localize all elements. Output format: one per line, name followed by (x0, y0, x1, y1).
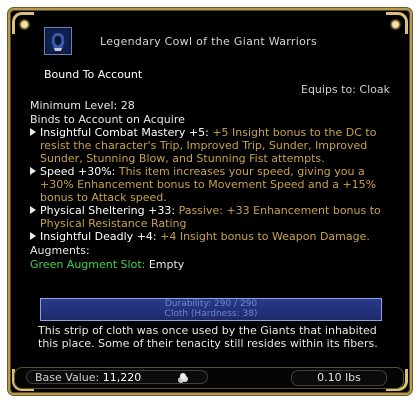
effect-item: Speed +30%: This item increases your spe… (30, 165, 390, 204)
effect-name: Speed +30%: (40, 165, 116, 178)
lore-text: This strip of cloth was once used by the… (38, 324, 378, 350)
augment-slot: Green Augment Slot: Empty (30, 258, 390, 271)
bullet-arrow-icon (30, 128, 36, 136)
item-weight: 0.10 lbs (291, 370, 387, 386)
item-title: Legendary Cowl of the Giant Warriors (100, 34, 317, 48)
augment-slot-label: Green Augment Slot: (30, 258, 146, 271)
equips-slot: Equips to: Cloak (301, 83, 390, 96)
binding-rule: Binds to Account on Acquire (30, 113, 185, 126)
bound-status: Bound To Account (44, 68, 143, 81)
base-value: Base Value: 11,220 (26, 370, 208, 384)
coin-pile-icon (178, 373, 188, 383)
augments-heading: Augments: (30, 244, 90, 257)
bullet-arrow-icon (30, 232, 36, 240)
tooltip-body: Legendary Cowl of the Giant Warriors Bou… (30, 24, 390, 271)
effect-item: Physical Sheltering +33: Passive: +33 En… (30, 204, 390, 230)
minimum-level: Minimum Level: 28 (30, 99, 135, 112)
bullet-arrow-icon (30, 206, 36, 214)
augment-slot-value: Empty (148, 258, 185, 271)
base-value-label: Base Value: (35, 371, 100, 384)
material-hardness: Cloth (Hardness: 38) (164, 309, 258, 319)
item-tooltip: Legendary Cowl of the Giant Warriors Bou… (0, 0, 420, 403)
durability-bar: Durability: 290 / 290 Cloth (Hardness: 3… (40, 298, 382, 321)
effect-name: Physical Sheltering +33: (40, 204, 176, 217)
effect-item: Insightful Deadly +4: +4 Insight bonus t… (30, 230, 390, 243)
effect-description: +4 Insight bonus to Weapon Damage. (160, 230, 370, 243)
effect-item: Insightful Combat Mastery +5: +5 Insight… (30, 126, 390, 165)
tooltip-header: Legendary Cowl of the Giant Warriors (30, 24, 390, 58)
cowl-icon (44, 27, 72, 55)
base-value-amount: 11,220 (102, 371, 142, 384)
effect-name: Insightful Combat Mastery +5: (40, 126, 209, 139)
effect-name: Insightful Deadly +4: (40, 230, 157, 243)
bullet-arrow-icon (30, 167, 36, 175)
durability-value: Durability: 290 / 290 (164, 299, 258, 309)
